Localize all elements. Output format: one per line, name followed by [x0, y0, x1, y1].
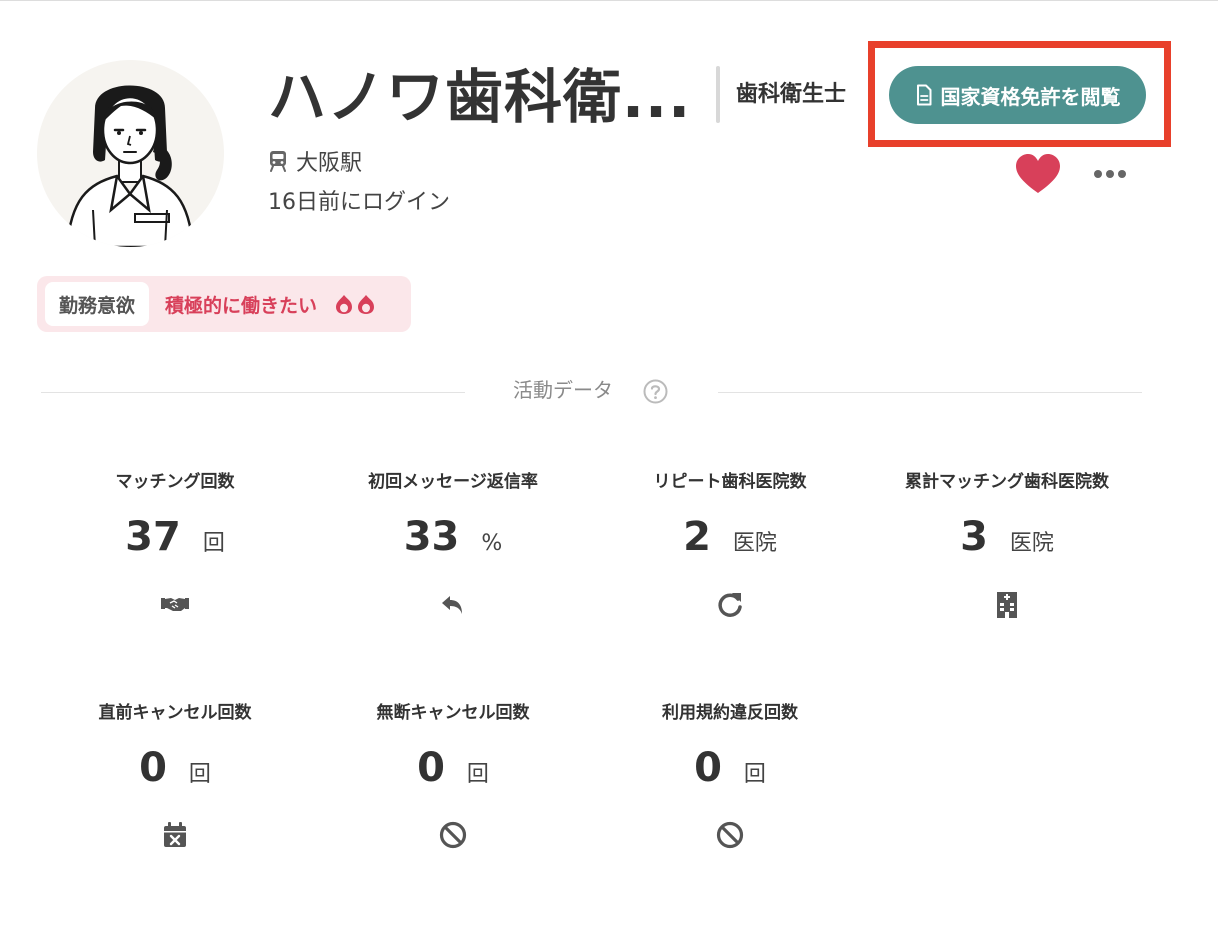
- stat-reply-rate: 初回メッセージ返信率 33 %: [328, 470, 578, 620]
- train-icon: [270, 151, 286, 172]
- nurse-avatar-illustration: [65, 85, 195, 247]
- section-divider-right: [718, 392, 1142, 393]
- motivation-badge: 勤務意欲 積極的に働きたい: [37, 276, 411, 332]
- hospital-building-icon: [997, 592, 1017, 618]
- ban-icon: [439, 821, 467, 849]
- stat-value: 0: [139, 745, 167, 791]
- more-options-icon[interactable]: [1093, 166, 1127, 182]
- stat-value: 33: [403, 514, 460, 560]
- stat-unit: 回: [743, 762, 766, 787]
- document-icon: [916, 84, 931, 106]
- occupation-label: 歯科衛生士: [736, 82, 847, 107]
- stat-unit: 医院: [732, 531, 777, 556]
- calendar-cancel-icon: [164, 822, 186, 847]
- stat-unit: 回: [202, 531, 225, 556]
- stat-value: 0: [417, 745, 445, 791]
- stat-total-clinics: 累計マッチング歯科医院数 3 医院: [882, 470, 1132, 620]
- stat-label: 累計マッチング歯科医院数: [905, 472, 1109, 492]
- view-license-label: 国家資格免許を閲覧: [940, 84, 1121, 109]
- flame-icon: [336, 295, 375, 314]
- stat-unit: 回: [466, 762, 489, 787]
- stat-label: 初回メッセージ返信率: [368, 472, 538, 492]
- favorite-heart-icon[interactable]: [1014, 153, 1062, 195]
- stat-unit: 医院: [1009, 531, 1054, 556]
- stat-value: 0: [694, 745, 722, 791]
- station-label: 大阪駅: [296, 151, 363, 176]
- motivation-value: 積極的に働きたい: [165, 294, 318, 317]
- stat-label: リピート歯科医院数: [653, 472, 807, 492]
- section-divider-left: [41, 392, 465, 393]
- motivation-tag: 勤務意欲: [45, 282, 150, 326]
- stat-unit: 回: [188, 762, 211, 787]
- repeat-icon: [718, 593, 742, 617]
- stat-label: 利用規約違反回数: [662, 703, 798, 723]
- activity-section-title: 活動データ: [513, 378, 613, 402]
- help-icon[interactable]: [643, 379, 668, 404]
- nearest-station: 大阪駅: [268, 146, 362, 176]
- stat-value: 3: [960, 514, 988, 560]
- vertical-divider: [716, 66, 720, 123]
- stat-value: 2: [683, 514, 711, 560]
- stat-repeat-clinics: リピート歯科医院数 2 医院: [605, 470, 855, 620]
- top-divider: [0, 0, 1218, 1]
- last-login: 16日前にログイン: [268, 190, 450, 215]
- stat-value: 37: [125, 514, 181, 560]
- stat-label: マッチング回数: [115, 472, 235, 492]
- profile-name: ハノワ歯科衛...: [268, 63, 692, 131]
- stat-unit: %: [481, 531, 503, 556]
- stat-no-show-cancel: 無断キャンセル回数 0 回: [328, 701, 578, 851]
- avatar: [37, 60, 224, 247]
- view-license-button[interactable]: 国家資格免許を閲覧: [889, 66, 1146, 124]
- reply-icon: [442, 596, 462, 614]
- handshake-icon: [161, 598, 189, 611]
- stat-label: 無断キャンセル回数: [376, 703, 530, 723]
- stat-matching-count: マッチング回数 37 回: [50, 470, 300, 620]
- ban-icon: [716, 821, 744, 849]
- stat-terms-violation: 利用規約違反回数 0 回: [605, 701, 855, 851]
- stat-label: 直前キャンセル回数: [98, 703, 252, 723]
- stat-last-minute-cancel: 直前キャンセル回数 0 回: [50, 701, 300, 851]
